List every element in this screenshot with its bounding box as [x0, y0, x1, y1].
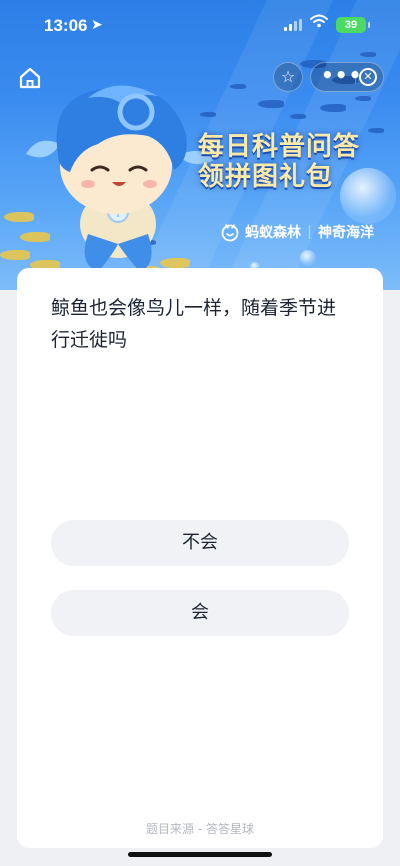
question-text: 鲸鱼也会像鸟儿一样，随着季节进行迁徙吗: [51, 297, 337, 351]
mascot-illustration: +: [26, 85, 214, 272]
brand-tag: 神奇海洋: [318, 225, 374, 241]
question-source: 题目来源 - 答答星球: [146, 822, 254, 836]
brand-name: 蚂蚁森林: [245, 225, 301, 241]
fish-icon: [230, 84, 246, 89]
ant-forest-logo-icon: [221, 224, 239, 242]
answer-option-yes[interactable]: 会: [51, 590, 349, 636]
miniapp-capsule: ••• ✕: [310, 62, 384, 92]
home-icon[interactable]: [16, 64, 44, 92]
answer-option-no[interactable]: 不会: [51, 520, 349, 566]
fish-icon: [290, 114, 306, 119]
battery-icon: 39: [336, 17, 370, 33]
more-options-button[interactable]: •••: [321, 63, 361, 91]
status-time: 13:06: [44, 16, 88, 35]
home-indicator: [128, 852, 272, 857]
bubble: [300, 250, 316, 266]
fish-icon: [355, 96, 371, 101]
brand-row: 蚂蚁森林 神奇海洋: [220, 222, 374, 242]
battery-level: 39: [344, 19, 358, 31]
star-icon: ☆: [280, 67, 296, 86]
banner-title-line1: 每日科普问答: [198, 132, 361, 162]
location-arrow-icon: ➤: [91, 17, 103, 33]
brand-divider: [309, 225, 310, 239]
status-bar: 13:06 ➤ 39: [0, 0, 400, 52]
banner-title: 每日科普问答 领拼图礼包: [198, 132, 398, 192]
fish-icon: [360, 52, 376, 57]
wifi-icon: [310, 14, 328, 28]
capsule-divider: [355, 70, 356, 84]
favorite-star-button[interactable]: ☆: [273, 62, 303, 92]
fish-icon: [320, 104, 346, 112]
fish-icon: [258, 100, 284, 108]
question-card: 鲸鱼也会像鸟儿一样，随着季节进行迁徙吗 不会 会 题目来源 - 答答星球: [17, 268, 383, 848]
close-miniapp-button[interactable]: ✕: [359, 68, 377, 86]
cellular-signal-icon: [284, 19, 302, 31]
banner-title-line2: 领拼图礼包: [198, 162, 334, 192]
